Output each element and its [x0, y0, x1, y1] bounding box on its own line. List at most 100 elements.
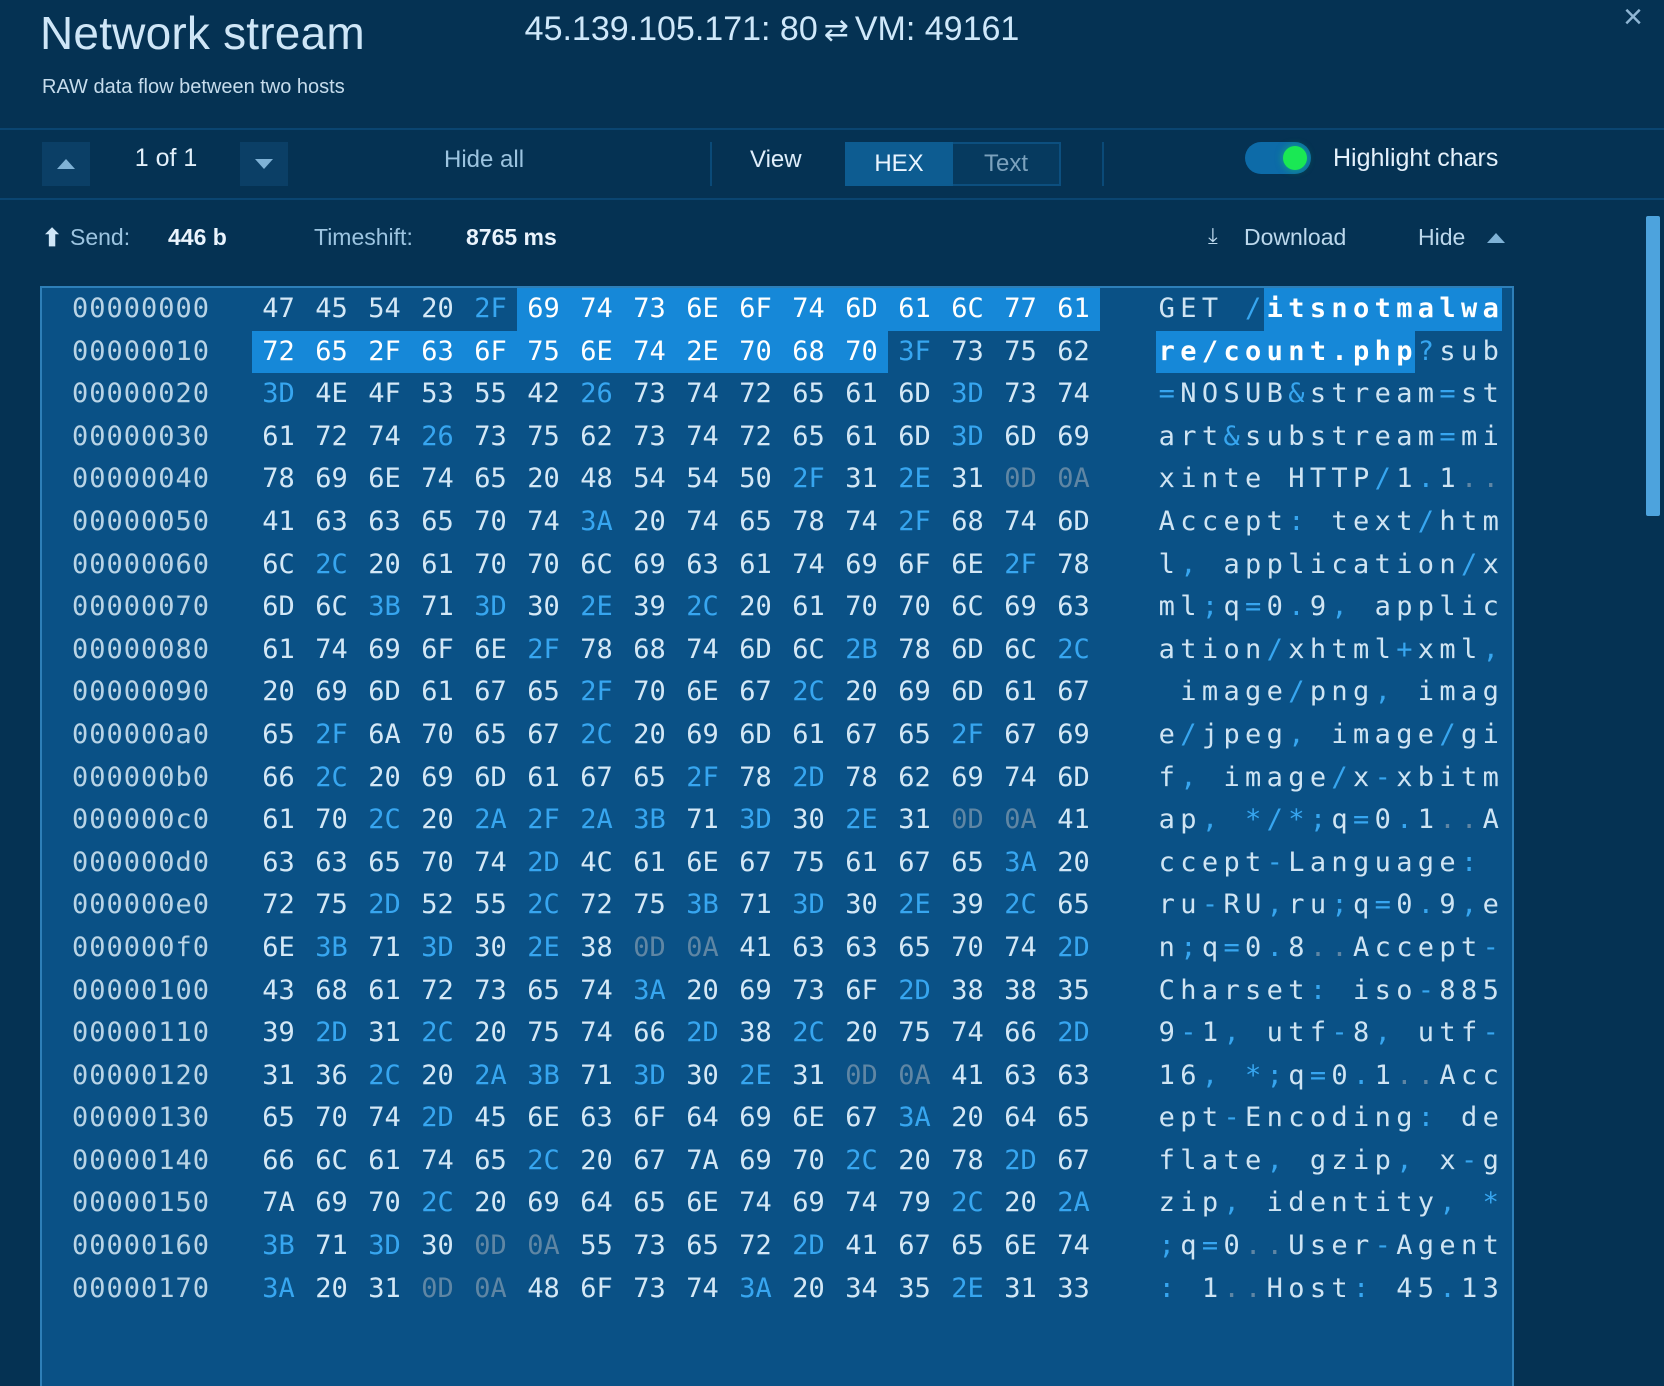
hex-byte: 75: [633, 889, 666, 921]
hex-byte: 2D: [368, 889, 401, 921]
ascii-char: t: [1331, 505, 1348, 537]
ascii-char: 1: [1201, 1017, 1219, 1049]
hex-byte: 6F: [580, 1272, 613, 1304]
hex-byte: 4E: [315, 378, 348, 410]
hex-byte: 70: [474, 505, 507, 537]
stream-info-bar: ⬆ Send: 446 b Timeshift: 8765 ms ⤓ Downl…: [0, 200, 1664, 272]
ascii-char: m: [1417, 420, 1435, 452]
ascii-char: e: [1331, 1230, 1348, 1262]
ascii-char: :: [1460, 846, 1478, 878]
hex-byte: 73: [951, 335, 984, 367]
hex-byte: 31: [792, 1059, 825, 1091]
hex-bytes: 72 65 2F 63 6F 75 6E 74 2E 70 68 70 3F 73 75 62: [252, 330, 1100, 374]
hide-button[interactable]: Hide: [1418, 224, 1465, 251]
ascii-char: ;: [1201, 591, 1219, 623]
hex-byte: 74: [1057, 1230, 1090, 1262]
ascii-char: 6: [1180, 1059, 1197, 1091]
ascii-char: H: [1288, 463, 1305, 495]
ascii-char: P: [1353, 463, 1370, 495]
hex-byte: 2C: [792, 1017, 825, 1049]
hex-byte: 63: [845, 931, 878, 963]
hex-byte: 71: [686, 804, 719, 836]
hex-row: 00000100 43 68 61 72 73 65 74 3A 20 69 73 6F 2D 38 38 35…: [42, 970, 1512, 1013]
ascii-char: n: [1460, 1230, 1478, 1262]
ascii-char: -: [1201, 889, 1219, 921]
hex-byte: 2F: [474, 293, 507, 324]
download-button[interactable]: Download: [1244, 224, 1346, 251]
hex-byte: 70: [421, 846, 454, 878]
ascii-char: a: [1266, 761, 1283, 793]
chevron-up-icon[interactable]: [42, 142, 90, 186]
ascii-char: x: [1353, 761, 1370, 793]
hex-byte: 42: [527, 378, 560, 410]
ascii-char: T: [1309, 463, 1327, 495]
hex-byte: 2C: [421, 1017, 454, 1049]
hex-byte: 6E: [686, 1187, 719, 1219]
hex-byte: 61: [262, 804, 295, 836]
hide-all-button[interactable]: Hide all: [444, 146, 524, 174]
chevron-down-icon[interactable]: [240, 142, 288, 186]
ascii-char: a: [1353, 548, 1370, 580]
ascii-char: t: [1439, 1017, 1456, 1049]
hex-byte: 3D: [474, 591, 507, 623]
hex-offset: 00000110: [72, 1017, 211, 1049]
ascii-char: -: [1374, 1230, 1391, 1262]
ascii-char: :: [1288, 505, 1305, 537]
hex-bytes: 43 68 61 72 73 65 74 3A 20 69 73 6F 2D 38 38 35: [252, 970, 1100, 1013]
ascii-char: u: [1417, 1017, 1435, 1049]
ascii-char: 8: [1460, 974, 1478, 1006]
ascii-char: m: [1482, 761, 1499, 793]
ascii-char: -: [1266, 846, 1283, 878]
hex-byte: 3D: [792, 889, 825, 921]
ascii-char: g: [1396, 1102, 1413, 1134]
hex-byte: 77: [994, 288, 1047, 331]
highlight-chars-toggle[interactable]: [1245, 142, 1311, 174]
ascii-column: f, i m a g e / x - x b i t m: [1156, 757, 1502, 800]
hex-byte: 34: [845, 1272, 878, 1304]
hex-byte: 54: [368, 293, 401, 324]
hex-byte: 70: [792, 1144, 825, 1176]
hex-byte: 6C: [951, 591, 984, 623]
hex-byte: 75: [315, 889, 348, 921]
hex-byte: 6A: [368, 718, 401, 750]
page-subtitle: RAW data flow between two hosts: [42, 76, 345, 98]
ascii-char: m: [1460, 420, 1478, 452]
hex-byte: 0A: [898, 1059, 931, 1091]
hex-byte: 65: [951, 1230, 984, 1262]
hex-byte: 4F: [368, 378, 401, 410]
download-icon[interactable]: ⤓: [1208, 223, 1218, 249]
hex-row: 00000060 6C 2C 20 61 70 70 6C 69 63 61 74 69 6F 6E 2F 78…: [42, 544, 1512, 587]
hex-byte: 65: [474, 718, 507, 750]
hex-byte: 41: [262, 505, 295, 537]
hex-byte: 6E: [686, 846, 719, 878]
hex-offset: 00000080: [72, 633, 211, 665]
scrollbar-thumb[interactable]: [1646, 216, 1660, 516]
chevron-up-small-icon[interactable]: [1487, 233, 1505, 243]
ascii-char: j: [1201, 718, 1219, 750]
vertical-scrollbar[interactable]: [1646, 216, 1660, 1386]
close-icon[interactable]: ×: [1612, 0, 1654, 38]
hex-offset: 00000000: [72, 293, 211, 324]
view-mode-hex[interactable]: HEX: [845, 142, 953, 186]
ascii-char: U: [1245, 889, 1262, 921]
hex-byte: 65: [739, 505, 772, 537]
hex-byte: 6F: [421, 633, 454, 665]
ascii-char: r: [1353, 1230, 1370, 1262]
hex-byte: 69: [739, 974, 772, 1006]
ascii-char: a: [1201, 974, 1219, 1006]
hex-bytes: 39 2D 31 2C 20 75 74 66 2D 38 2C 20 75 74 66 2D: [252, 1012, 1100, 1055]
ascii-char: e: [1201, 846, 1219, 878]
hex-dump-panel[interactable]: 00000000 47 45 54 20 2F 69 74 73 6E 6F 74 6D 61 6C 77 61…: [40, 286, 1514, 1386]
ascii-char: q: [1180, 1230, 1197, 1262]
ascii-char: ,: [1180, 548, 1197, 580]
send-label: Send:: [70, 224, 131, 250]
hex-byte: 68: [951, 505, 984, 537]
hex-byte: 70: [368, 1187, 401, 1219]
hex-byte: 65: [527, 974, 560, 1006]
hex-byte: 61: [792, 718, 825, 750]
ascii-char: i: [1460, 591, 1478, 623]
hex-byte: 0D: [633, 931, 666, 963]
hex-byte: 69: [792, 1187, 825, 1219]
view-mode-text[interactable]: Text: [953, 142, 1061, 186]
hex-byte: 6E: [527, 1102, 560, 1134]
